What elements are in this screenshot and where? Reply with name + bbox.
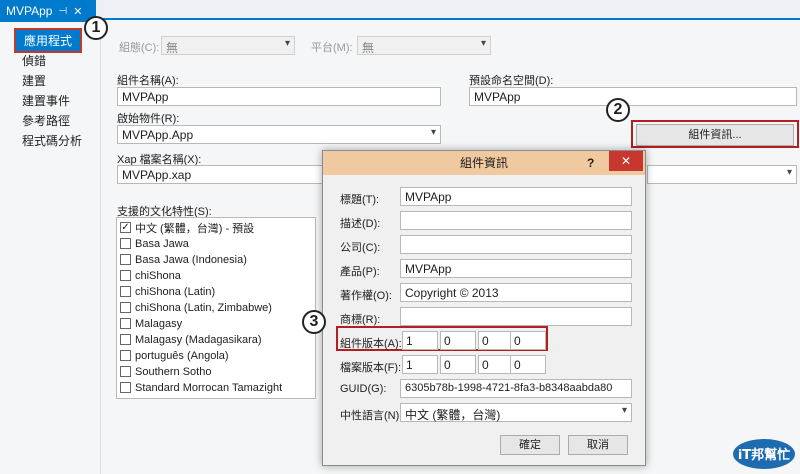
sidebar-item-code-analysis[interactable]: 程式碼分析 bbox=[22, 132, 82, 149]
checkbox[interactable] bbox=[120, 334, 131, 345]
list-item[interactable]: Basa Jawa (Indonesia) bbox=[117, 252, 247, 267]
callout-marker-3: 3 bbox=[302, 310, 326, 334]
checkbox[interactable]: ✓ bbox=[120, 222, 131, 233]
list-item[interactable]: Standard Morrocan Tamazight bbox=[117, 380, 282, 395]
list-item[interactable]: português (Angola) bbox=[117, 348, 229, 363]
help-icon[interactable]: ? bbox=[587, 151, 603, 175]
default-namespace-input[interactable]: MVPApp bbox=[469, 87, 797, 106]
assembly-info-button[interactable]: 組件資訊... bbox=[636, 124, 794, 146]
company-label: 公司(C): bbox=[340, 242, 381, 254]
assembly-version-minor[interactable]: 0 bbox=[440, 331, 476, 350]
chevron-down-icon: ▾ bbox=[621, 405, 627, 416]
assembly-version-build[interactable]: 0 bbox=[478, 331, 514, 350]
checkbox[interactable] bbox=[120, 382, 131, 393]
ithome-watermark-logo: iT邦幫忙 bbox=[732, 438, 796, 470]
checkbox[interactable] bbox=[120, 286, 131, 297]
chevron-down-icon: ▾ bbox=[480, 38, 486, 49]
copyright-label: 著作權(O): bbox=[340, 290, 392, 302]
svg-text:iT邦幫忙: iT邦幫忙 bbox=[738, 447, 790, 463]
default-namespace-label: 預設命名空間(D): bbox=[469, 75, 554, 87]
configuration-select: 無 ▾ bbox=[161, 36, 295, 55]
list-item[interactable]: chiShona (Latin, Zimbabwe) bbox=[117, 300, 272, 315]
platform-label: 平台(M): bbox=[311, 42, 353, 54]
pin-icon[interactable]: ⊣ bbox=[58, 6, 67, 17]
list-item[interactable]: chiShona bbox=[117, 268, 181, 283]
product-input[interactable]: MVPApp bbox=[400, 259, 632, 278]
description-input[interactable] bbox=[400, 211, 632, 230]
guid-label: GUID(G): bbox=[340, 383, 387, 395]
project-properties-sidebar: 應用程式 偵錯 建置 建置事件 參考路徑 程式碼分析 bbox=[0, 22, 100, 474]
chevron-down-icon: ▾ bbox=[786, 167, 792, 178]
startup-object-select[interactable]: MVPApp.App ▾ bbox=[117, 125, 441, 144]
watermark-icon: iT邦幫忙 bbox=[733, 439, 795, 469]
trademark-input[interactable] bbox=[400, 307, 632, 326]
document-tab-bar bbox=[0, 0, 800, 20]
document-tab-mvpapp[interactable]: MVPApp ⊣ ✕ bbox=[0, 0, 96, 22]
sidebar-item-build[interactable]: 建置 bbox=[22, 72, 46, 89]
configuration-label: 組態(C): bbox=[119, 42, 160, 54]
trademark-label: 商標(R): bbox=[340, 314, 381, 326]
tab-title: MVPApp bbox=[6, 4, 53, 18]
sidebar-item-application[interactable]: 應用程式 bbox=[14, 28, 83, 53]
chevron-down-icon: ▾ bbox=[284, 38, 290, 49]
checkbox[interactable] bbox=[120, 254, 131, 265]
checkbox[interactable] bbox=[120, 366, 131, 377]
assembly-name-input[interactable]: MVPApp bbox=[117, 87, 441, 106]
checkbox[interactable] bbox=[120, 238, 131, 249]
assembly-version-revision[interactable]: 0 bbox=[510, 331, 546, 350]
checkbox[interactable] bbox=[120, 270, 131, 281]
guid-input[interactable]: 6305b78b-1998-4721-8fa3-b8348aabda80 bbox=[400, 379, 632, 398]
callout-marker-2: 2 bbox=[606, 98, 630, 122]
product-label: 產品(P): bbox=[340, 266, 380, 278]
sidebar-item-reference-paths[interactable]: 參考路徑 bbox=[22, 112, 70, 129]
callout-marker-1: 1 bbox=[84, 16, 108, 40]
cancel-button[interactable]: 取消 bbox=[568, 435, 628, 455]
title-input[interactable]: MVPApp bbox=[400, 187, 632, 206]
description-label: 描述(D): bbox=[340, 218, 381, 230]
title-label: 標題(T): bbox=[340, 194, 380, 206]
list-item[interactable]: Southern Sotho bbox=[117, 364, 211, 379]
assembly-version-major[interactable]: 1 bbox=[402, 331, 438, 350]
file-version-label: 檔案版本(F): bbox=[340, 362, 402, 374]
company-input[interactable] bbox=[400, 235, 632, 254]
file-version-minor[interactable]: 0 bbox=[440, 355, 476, 374]
file-version-major[interactable]: 1 bbox=[402, 355, 438, 374]
chevron-down-icon: ▾ bbox=[430, 127, 436, 138]
ok-button[interactable]: 確定 bbox=[500, 435, 560, 455]
list-item[interactable]: ✓ 中文 (繁體，台灣) - 預設 bbox=[117, 220, 254, 235]
supported-cultures-list[interactable]: ✓ 中文 (繁體，台灣) - 預設 Basa Jawa Basa Jawa (In… bbox=[116, 217, 316, 399]
checkbox[interactable] bbox=[120, 350, 131, 361]
list-item[interactable]: Malagasy bbox=[117, 316, 182, 331]
assembly-version-label: 組件版本(A): bbox=[340, 338, 402, 350]
copyright-input[interactable]: Copyright © 2013 bbox=[400, 283, 632, 302]
neutral-language-label: 中性語言(N): bbox=[340, 410, 403, 422]
list-item[interactable]: chiShona (Latin) bbox=[117, 284, 215, 299]
file-version-revision[interactable]: 0 bbox=[510, 355, 546, 374]
checkbox[interactable] bbox=[120, 302, 131, 313]
list-item[interactable]: Malagasy (Madagasikara) bbox=[117, 332, 262, 347]
manifest-select[interactable]: ▾ bbox=[647, 165, 797, 184]
assembly-name-label: 組件名稱(A): bbox=[117, 75, 179, 87]
sidebar-item-debug[interactable]: 偵錯 bbox=[22, 52, 46, 69]
file-version-build[interactable]: 0 bbox=[478, 355, 514, 374]
list-item[interactable]: Basa Jawa bbox=[117, 236, 189, 251]
dialog-body: 標題(T): MVPApp 描述(D): 公司(C): 產品(P): MVPAp… bbox=[324, 175, 644, 465]
sidebar-item-build-events[interactable]: 建置事件 bbox=[22, 92, 70, 109]
startup-object-label: 啟始物件(R): bbox=[117, 113, 180, 125]
xap-filename-input[interactable]: MVPApp.xap bbox=[117, 165, 327, 184]
dialog-close-button[interactable]: ✕ bbox=[609, 151, 643, 171]
assembly-info-dialog: 組件資訊 ? ✕ 標題(T): MVPApp 描述(D): 公司(C): 產品(… bbox=[322, 150, 646, 466]
close-icon[interactable]: ✕ bbox=[73, 5, 82, 18]
checkbox[interactable] bbox=[120, 318, 131, 329]
platform-select: 無 ▾ bbox=[357, 36, 491, 55]
neutral-language-select[interactable]: 中文 (繁體，台灣) ▾ bbox=[400, 403, 632, 422]
